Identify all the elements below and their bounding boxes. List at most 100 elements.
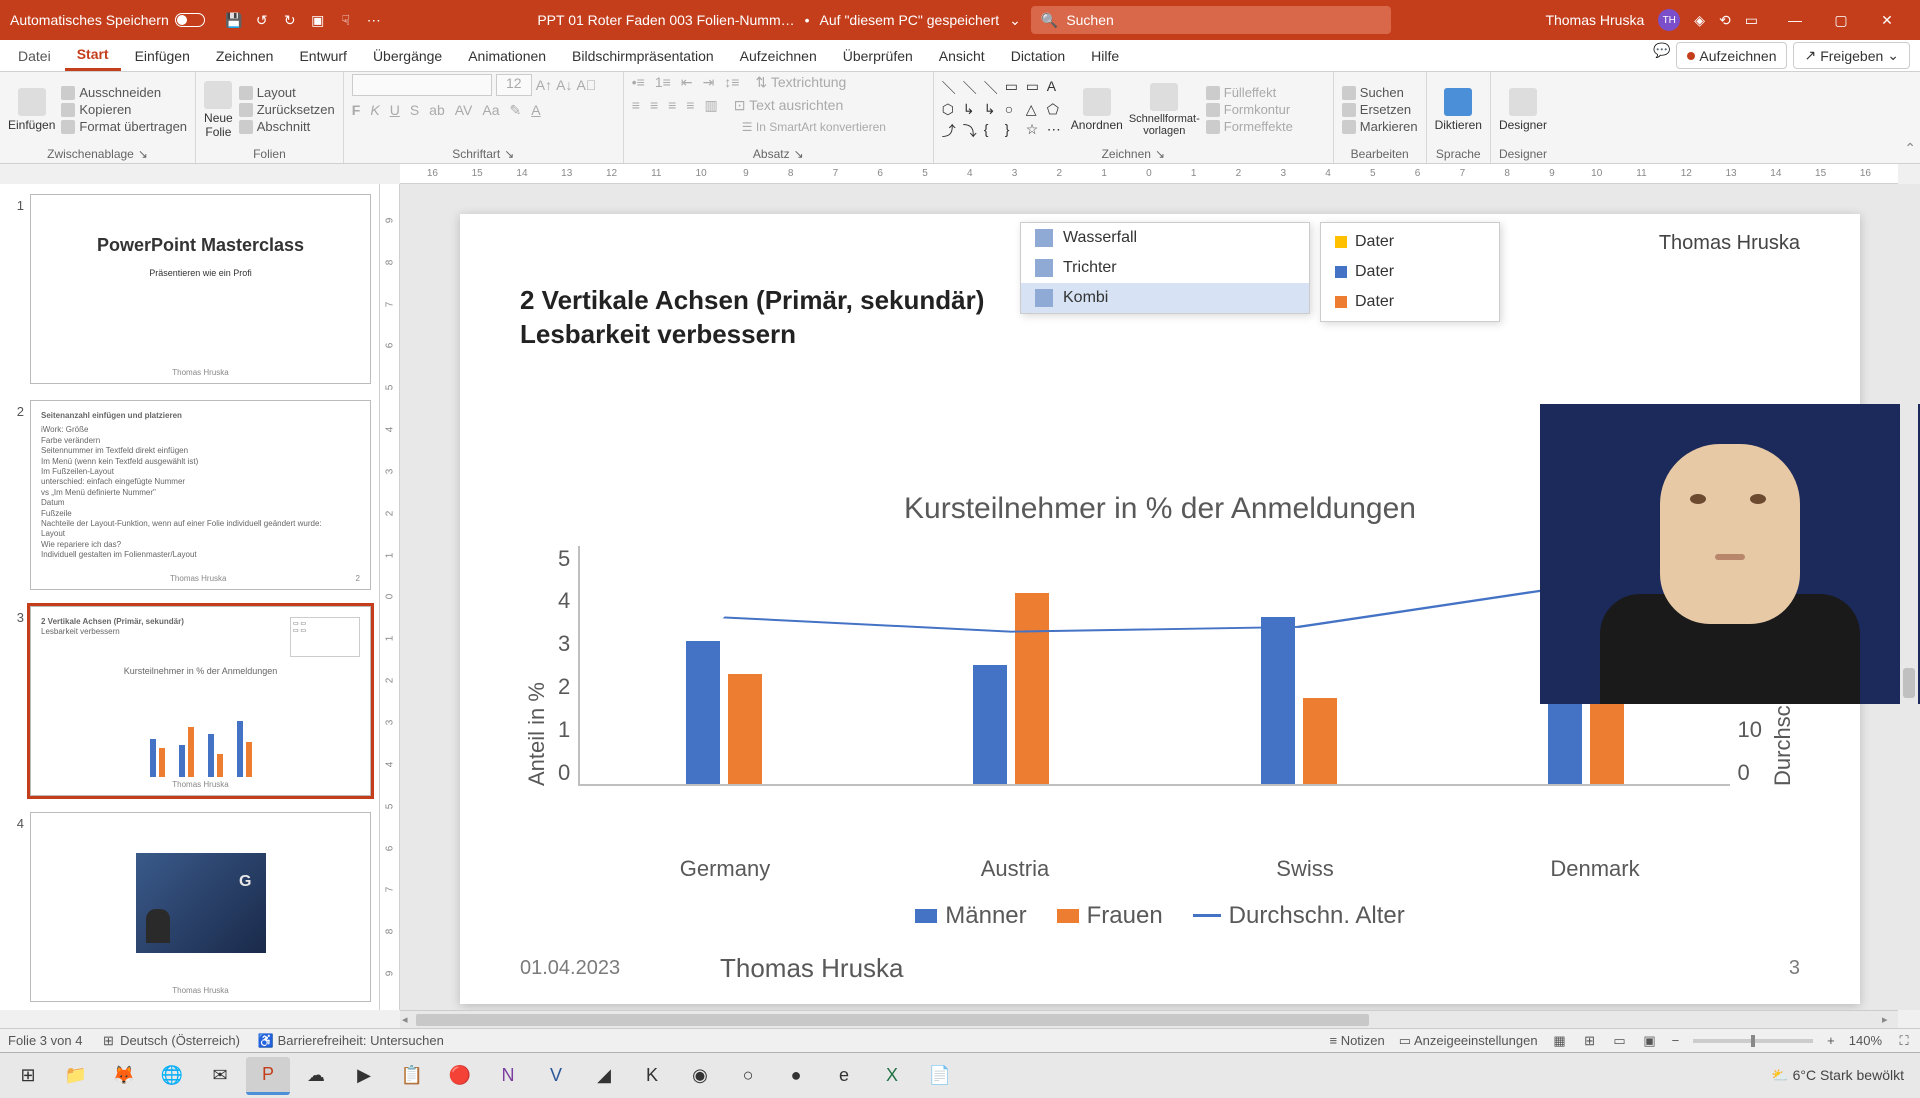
horizontal-ruler[interactable]: 1615141312111098765432101234567891011121… <box>400 164 1898 184</box>
taskbar-app[interactable]: ◢ <box>582 1057 626 1095</box>
taskbar-app[interactable]: 🔴 <box>438 1057 482 1095</box>
tab-start[interactable]: Start <box>65 40 121 71</box>
find-button[interactable]: Suchen <box>1342 85 1418 100</box>
save-location[interactable]: Auf "diesem PC" gespeichert <box>820 12 1000 28</box>
slide-area[interactable]: Thomas Hruska 2 Vertikale Achsen (Primär… <box>400 184 1920 1010</box>
section-button[interactable]: Abschnitt <box>239 119 335 134</box>
taskbar-excel[interactable]: X <box>870 1057 914 1095</box>
fit-window-icon[interactable]: ⛶ <box>1896 1033 1912 1049</box>
autosave-toggle[interactable] <box>175 13 205 27</box>
case-icon[interactable]: Aa <box>482 102 499 119</box>
paste-button[interactable]: Einfügen <box>8 88 55 132</box>
qat-more-icon[interactable]: ⋯ <box>365 11 383 29</box>
present-icon[interactable]: ▣ <box>309 11 327 29</box>
italic-icon[interactable]: K <box>370 102 379 119</box>
slide-counter[interactable]: Folie 3 von 4 <box>8 1033 82 1048</box>
tab-bildschirmpraesentation[interactable]: Bildschirmpräsentation <box>560 42 726 70</box>
zoom-value[interactable]: 140% <box>1849 1033 1882 1048</box>
accessibility-button[interactable]: ♿ Barrierefreiheit: Untersuchen <box>258 1033 444 1049</box>
maximize-icon[interactable]: ▢ <box>1818 0 1864 40</box>
taskbar-obs[interactable]: ◉ <box>678 1057 722 1095</box>
dictate-button[interactable]: Diktieren <box>1435 88 1482 132</box>
grow-font-icon[interactable]: A↑ <box>536 77 552 93</box>
taskbar-app[interactable]: 📋 <box>390 1057 434 1095</box>
indent-dec-icon[interactable]: ⇤ <box>681 74 693 91</box>
tab-ueberpruefen[interactable]: Überprüfen <box>831 42 925 70</box>
vertical-ruler[interactable]: 9876543210123456789 <box>380 184 400 1010</box>
shadow-icon[interactable]: ab <box>429 102 445 119</box>
taskbar-vlc[interactable]: ▶ <box>342 1057 386 1095</box>
tab-uebergaenge[interactable]: Übergänge <box>361 42 454 70</box>
language-indicator[interactable]: ⊞ Deutsch (Österreich) <box>100 1033 240 1049</box>
shrink-font-icon[interactable]: A↓ <box>556 77 572 93</box>
comments-icon[interactable]: 💬 <box>1653 42 1670 69</box>
undo-icon[interactable]: ↺ <box>253 11 271 29</box>
taskbar-chrome[interactable]: 🌐 <box>150 1057 194 1095</box>
numbering-icon[interactable]: 1≡ <box>655 74 671 91</box>
dialog-launcher-icon[interactable]: ↘ <box>138 147 148 161</box>
shapes-gallery[interactable]: ＼＼＼▭▭A ⬡↳↳○△⬠ ⤴⤵{}☆⋯ <box>942 78 1065 141</box>
weather-widget[interactable]: ⛅ 6°C Stark bewölkt <box>1771 1067 1904 1084</box>
user-avatar[interactable]: TH <box>1658 9 1680 31</box>
start-button[interactable]: ⊞ <box>6 1057 50 1095</box>
dialog-launcher-icon[interactable]: ↘ <box>504 147 514 161</box>
taskbar-app[interactable]: K <box>630 1057 674 1095</box>
dialog-launcher-icon[interactable]: ↘ <box>1155 147 1165 161</box>
display-settings-button[interactable]: ▭ Anzeigeeinstellungen <box>1399 1033 1538 1049</box>
reading-view-icon[interactable]: ▭ <box>1612 1033 1628 1049</box>
dialog-launcher-icon[interactable]: ↘ <box>794 147 804 161</box>
collapse-ribbon-icon[interactable]: ⌃ <box>1904 140 1916 157</box>
tab-entwurf[interactable]: Entwurf <box>287 42 358 70</box>
tab-aufzeichnen[interactable]: Aufzeichnen <box>728 42 829 70</box>
scroll-right-icon[interactable]: ▸ <box>1882 1013 1896 1027</box>
minimize-icon[interactable]: — <box>1772 0 1818 40</box>
taskbar-powerpoint[interactable]: P <box>246 1057 290 1095</box>
strike-icon[interactable]: S <box>410 102 419 119</box>
copy-button[interactable]: Kopieren <box>61 102 187 117</box>
save-icon[interactable]: 💾 <box>225 11 243 29</box>
reset-button[interactable]: Zurücksetzen <box>239 102 335 117</box>
zoom-in-icon[interactable]: + <box>1827 1033 1835 1048</box>
diamond-icon[interactable]: ◈ <box>1694 12 1705 29</box>
chart-type-trichter[interactable]: Trichter <box>1021 253 1309 283</box>
vertical-scrollbar[interactable] <box>1900 184 1918 990</box>
tab-ansicht[interactable]: Ansicht <box>927 42 997 70</box>
taskbar-app[interactable]: 📄 <box>918 1057 962 1095</box>
indent-inc-icon[interactable]: ⇥ <box>703 74 715 91</box>
smartart-button[interactable]: ☰ In SmartArt konvertieren <box>742 120 886 134</box>
search-box[interactable]: 🔍 Suchen <box>1031 6 1391 34</box>
user-name[interactable]: Thomas Hruska <box>1545 12 1644 28</box>
thumbnail-panel[interactable]: 1 PowerPoint Masterclass Präsentieren wi… <box>0 184 380 1010</box>
tab-zeichnen[interactable]: Zeichnen <box>204 42 286 70</box>
highlight-icon[interactable]: ✎ <box>510 102 522 119</box>
tab-hilfe[interactable]: Hilfe <box>1079 42 1131 70</box>
touch-icon[interactable]: ☟ <box>337 11 355 29</box>
normal-view-icon[interactable]: ▦ <box>1552 1033 1568 1049</box>
sync-icon[interactable]: ⟲ <box>1719 12 1731 29</box>
slideshow-icon[interactable]: ▣ <box>1642 1033 1658 1049</box>
webcam-overlay[interactable] <box>1540 404 1920 704</box>
arrange-button[interactable]: Anordnen <box>1071 88 1123 132</box>
shape-effects-button[interactable]: Formeffekte <box>1206 119 1293 134</box>
taskbar-explorer[interactable]: 📁 <box>54 1057 98 1095</box>
font-color-icon[interactable]: A <box>531 102 540 119</box>
layout-button[interactable]: Layout <box>239 85 335 100</box>
taskbar-app[interactable]: ○ <box>726 1057 770 1095</box>
taskbar-app[interactable]: ☁ <box>294 1057 338 1095</box>
scrollbar-thumb[interactable] <box>416 1014 1369 1026</box>
scrollbar-thumb[interactable] <box>1903 668 1915 698</box>
record-button[interactable]: Aufzeichnen <box>1676 42 1787 69</box>
share-button[interactable]: ↗Freigeben⌄ <box>1793 42 1910 69</box>
shape-fill-button[interactable]: Fülleffekt <box>1206 85 1293 100</box>
taskbar-visio[interactable]: V <box>534 1057 578 1095</box>
notes-button[interactable]: ≡ Notizen <box>1329 1033 1384 1048</box>
align-left-icon[interactable]: ≡ <box>632 97 640 114</box>
tab-einfuegen[interactable]: Einfügen <box>123 42 202 70</box>
tab-animationen[interactable]: Animationen <box>456 42 558 70</box>
taskbar-edge[interactable]: e <box>822 1057 866 1095</box>
clear-format-icon[interactable]: A⃠ <box>576 77 596 93</box>
replace-button[interactable]: Ersetzen <box>1342 102 1418 117</box>
sorter-view-icon[interactable]: ⊞ <box>1582 1033 1598 1049</box>
justify-icon[interactable]: ≡ <box>686 97 694 114</box>
chart-type-wasserfall[interactable]: Wasserfall <box>1021 223 1309 253</box>
